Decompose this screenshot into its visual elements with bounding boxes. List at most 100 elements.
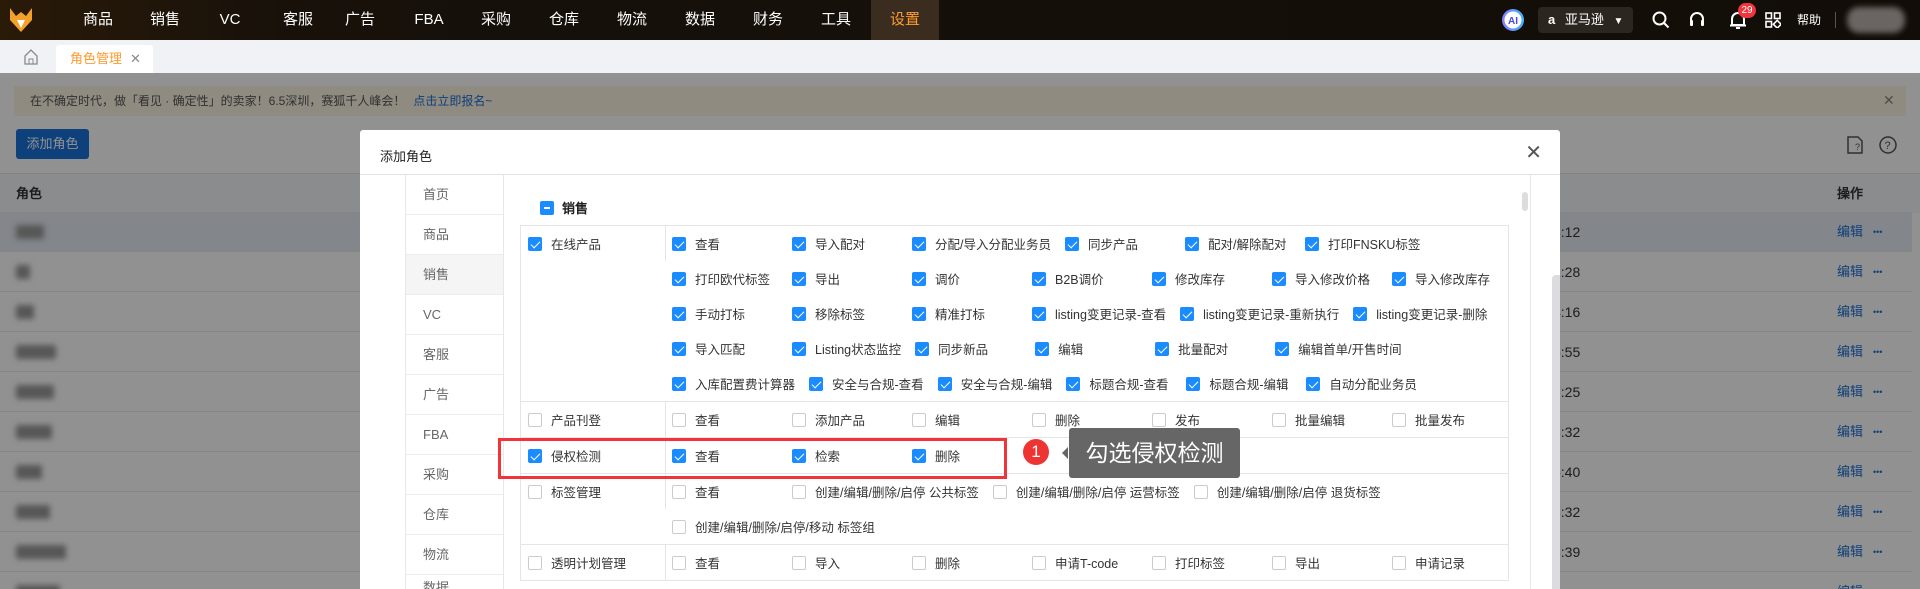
permission-action[interactable]: 申请T-code	[1032, 545, 1152, 580]
page-scrollbar[interactable]	[1552, 275, 1560, 589]
ai-assistant-icon[interactable]: AI	[1501, 8, 1525, 32]
marketplace-select[interactable]: a 亚马逊 ▼	[1538, 7, 1633, 33]
action-checkbox[interactable]	[937, 376, 952, 391]
sidebar-item[interactable]: 首页	[406, 175, 503, 215]
action-checkbox[interactable]	[1272, 412, 1286, 427]
permission-action[interactable]: 导出	[1272, 545, 1392, 580]
sidebar-item[interactable]: 采购	[406, 455, 503, 495]
permission-action[interactable]: 导入修改库存	[1392, 261, 1512, 296]
permission-action[interactable]: 导入修改价格	[1272, 261, 1392, 296]
permission-action[interactable]: 查看	[672, 402, 792, 437]
permission-action[interactable]: 编辑	[1035, 331, 1155, 366]
permission-action[interactable]: 同步产品	[1064, 226, 1185, 261]
permission-action[interactable]: 导出	[792, 261, 912, 296]
nav-item[interactable]: 仓库	[549, 0, 579, 40]
permission-action[interactable]: listing变更记录-重新执行	[1180, 296, 1353, 331]
help-link[interactable]: 帮助	[1797, 0, 1821, 40]
action-checkbox[interactable]	[1152, 555, 1166, 570]
action-checkbox[interactable]	[792, 236, 806, 251]
action-checkbox[interactable]	[912, 412, 926, 427]
action-checkbox[interactable]	[912, 555, 926, 570]
tab-close-icon[interactable]: ✕	[130, 51, 141, 66]
permission-action[interactable]: 删除	[912, 545, 1032, 580]
action-checkbox[interactable]	[792, 412, 806, 427]
group-select-all-checkbox[interactable]	[540, 200, 554, 215]
permission-action[interactable]: listing变更记录-查看	[1032, 296, 1180, 331]
action-checkbox[interactable]	[1032, 271, 1046, 286]
action-checkbox[interactable]	[672, 306, 686, 321]
sidebar-item[interactable]: 仓库	[406, 495, 503, 535]
permission-action[interactable]: 创建/编辑/删除/启停/移动 标签组	[672, 509, 889, 544]
permission-action[interactable]: 修改库存	[1152, 261, 1272, 296]
sidebar-item[interactable]: FBA	[406, 415, 503, 455]
nav-item[interactable]: 工具	[821, 0, 851, 40]
action-checkbox[interactable]	[1032, 555, 1046, 570]
nav-item[interactable]: 采购	[481, 0, 511, 40]
action-checkbox[interactable]	[809, 376, 824, 391]
permission-action[interactable]: 移除标签	[792, 296, 912, 331]
action-checkbox[interactable]	[992, 484, 1007, 499]
action-checkbox[interactable]	[1193, 484, 1208, 499]
tab-role-management[interactable]: 角色管理 ✕	[56, 45, 153, 73]
permission-action[interactable]: 标题合规-编辑	[1186, 366, 1306, 401]
sidebar-item[interactable]: 销售	[406, 255, 503, 295]
permission-action[interactable]: 编辑	[912, 402, 1032, 437]
permission-action[interactable]: 打印欧代标签	[672, 261, 792, 296]
permission-action[interactable]: 调价	[912, 261, 1032, 296]
nav-item[interactable]: 商品	[83, 0, 113, 40]
modal-close-icon[interactable]: ✕	[1525, 140, 1542, 165]
nav-item[interactable]: VC	[220, 0, 241, 40]
nav-item[interactable]: 设置	[871, 0, 939, 40]
permission-action[interactable]: 手动打标	[672, 296, 792, 331]
permission-action[interactable]: 入库配置费计算器	[672, 366, 809, 401]
permission-action[interactable]: 标题合规-查看	[1066, 366, 1186, 401]
permission-action[interactable]: 申请记录	[1392, 545, 1512, 580]
action-checkbox[interactable]	[672, 555, 686, 570]
action-checkbox[interactable]	[1064, 236, 1079, 251]
nav-item[interactable]: 数据	[685, 0, 715, 40]
user-avatar[interactable]	[1847, 7, 1905, 33]
fox-logo-icon[interactable]	[8, 6, 34, 34]
permission-action[interactable]: 精准打标	[912, 296, 1032, 331]
action-checkbox[interactable]	[792, 555, 806, 570]
action-checkbox[interactable]	[792, 271, 806, 286]
action-checkbox[interactable]	[912, 236, 926, 251]
permission-action[interactable]: 配对/解除配对	[1184, 226, 1305, 261]
permission-action[interactable]: 自动分配业务员	[1306, 366, 1431, 401]
action-checkbox[interactable]	[792, 341, 806, 356]
action-checkbox[interactable]	[1392, 555, 1406, 570]
action-checkbox[interactable]	[1272, 271, 1286, 286]
action-checkbox[interactable]	[1032, 412, 1046, 427]
apps-grid-icon[interactable]	[1765, 12, 1781, 28]
action-checkbox[interactable]	[792, 484, 806, 499]
action-checkbox[interactable]	[915, 341, 930, 356]
permission-action[interactable]: B2B调价	[1032, 261, 1152, 296]
action-checkbox[interactable]	[1152, 412, 1166, 427]
search-icon[interactable]	[1652, 11, 1670, 29]
action-checkbox[interactable]	[912, 306, 926, 321]
sidebar-item[interactable]: 商品	[406, 215, 503, 255]
action-checkbox[interactable]	[912, 271, 926, 286]
sidebar-item[interactable]: 客服	[406, 335, 503, 375]
permission-action[interactable]: 导入	[792, 545, 912, 580]
nav-item[interactable]: 物流	[617, 0, 647, 40]
action-checkbox[interactable]	[1392, 412, 1406, 427]
permission-module[interactable]: 产品刊登	[521, 402, 666, 437]
permission-module[interactable]: 标签管理	[521, 474, 666, 509]
permission-action[interactable]: listing变更记录-删除	[1353, 296, 1501, 331]
action-checkbox[interactable]	[672, 484, 686, 499]
action-checkbox[interactable]	[1392, 271, 1406, 286]
nav-item[interactable]: 销售	[150, 0, 180, 40]
action-checkbox[interactable]	[1066, 376, 1081, 391]
home-icon[interactable]	[24, 49, 38, 65]
action-checkbox[interactable]	[1306, 376, 1321, 391]
action-checkbox[interactable]	[1304, 236, 1319, 251]
action-checkbox[interactable]	[672, 271, 686, 286]
permission-action[interactable]: Listing状态监控	[792, 331, 915, 366]
permission-action[interactable]: 安全与合规-查看	[809, 366, 938, 401]
action-checkbox[interactable]	[1180, 306, 1195, 321]
sidebar-item[interactable]: 数据	[406, 575, 503, 589]
permission-action[interactable]: 添加产品	[792, 402, 912, 437]
action-checkbox[interactable]	[1035, 341, 1050, 356]
nav-item[interactable]: 广告	[345, 0, 375, 40]
